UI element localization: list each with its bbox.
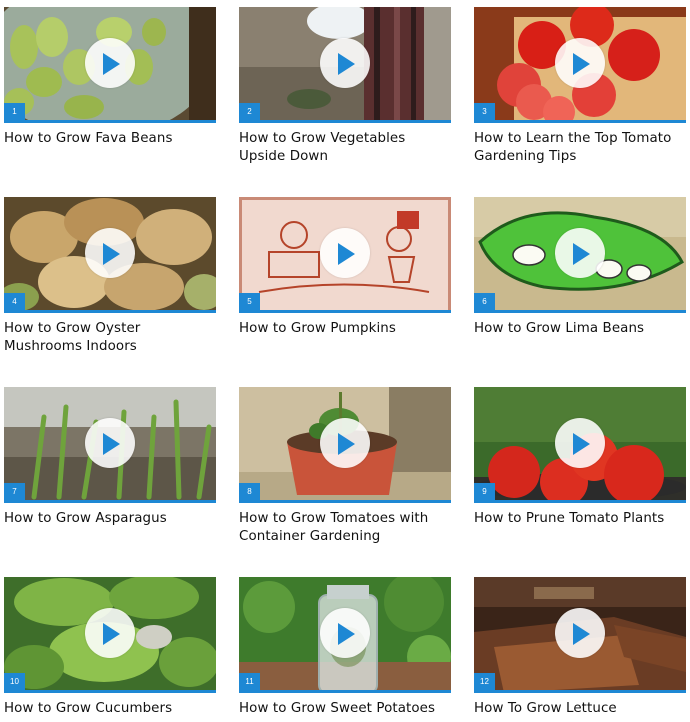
video-title[interactable]: How to Grow Vegetables Upside Down xyxy=(239,130,451,166)
video-thumbnail[interactable]: 1 xyxy=(4,7,216,123)
video-number-badge: 1 xyxy=(4,103,25,120)
video-card-tomato-tips[interactable]: 3 How to Learn the Top Tomato Gardening … xyxy=(474,7,686,166)
thumbnail-underline xyxy=(239,690,451,693)
thumbnail-underline xyxy=(474,310,686,313)
play-icon xyxy=(338,623,355,645)
video-thumbnail[interactable]: 12 xyxy=(474,577,686,693)
video-number-badge: 5 xyxy=(239,293,260,310)
video-title[interactable]: How to Grow Lima Beans xyxy=(474,320,686,338)
play-button[interactable] xyxy=(320,608,370,658)
video-card-prune-tomatoes[interactable]: 9 How to Prune Tomato Plants xyxy=(474,387,686,528)
thumbnail-underline xyxy=(474,500,686,503)
video-thumbnail[interactable]: 6 xyxy=(474,197,686,313)
play-icon xyxy=(338,433,355,455)
play-icon xyxy=(573,433,590,455)
play-button[interactable] xyxy=(555,418,605,468)
video-title[interactable]: How to Prune Tomato Plants xyxy=(474,510,686,528)
play-icon xyxy=(573,623,590,645)
video-card-lettuce[interactable]: 12 How To Grow Lettuce xyxy=(474,577,686,718)
play-button[interactable] xyxy=(85,228,135,278)
video-thumbnail[interactable]: 4 xyxy=(4,197,216,313)
thumbnail-underline xyxy=(4,120,216,123)
video-title[interactable]: How to Grow Oyster Mushrooms Indoors xyxy=(4,320,216,356)
play-icon xyxy=(573,243,590,265)
video-thumbnail[interactable]: 7 xyxy=(4,387,216,503)
thumbnail-underline xyxy=(474,120,686,123)
video-number-badge: 4 xyxy=(4,293,25,310)
play-icon xyxy=(338,243,355,265)
thumbnail-underline xyxy=(4,690,216,693)
play-button[interactable] xyxy=(320,228,370,278)
thumbnail-underline xyxy=(239,120,451,123)
video-number-badge: 12 xyxy=(474,673,495,690)
thumbnail-underline xyxy=(4,500,216,503)
video-title[interactable]: How to Grow Tomatoes with Container Gard… xyxy=(239,510,451,546)
video-card-container-tomatoes[interactable]: 8 How to Grow Tomatoes with Container Ga… xyxy=(239,387,451,546)
video-title[interactable]: How to Learn the Top Tomato Gardening Ti… xyxy=(474,130,686,166)
play-icon xyxy=(338,53,355,75)
video-card-fava-beans[interactable]: 1 How to Grow Fava Beans xyxy=(4,7,216,148)
video-number-badge: 11 xyxy=(239,673,260,690)
video-card-lima-beans[interactable]: 6 How to Grow Lima Beans xyxy=(474,197,686,338)
play-button[interactable] xyxy=(320,418,370,468)
video-thumbnail[interactable]: 3 xyxy=(474,7,686,123)
video-title[interactable]: How to Grow Fava Beans xyxy=(4,130,216,148)
video-thumbnail[interactable]: 9 xyxy=(474,387,686,503)
video-thumbnail[interactable]: 2 xyxy=(239,7,451,123)
video-number-badge: 8 xyxy=(239,483,260,500)
play-button[interactable] xyxy=(555,228,605,278)
play-button[interactable] xyxy=(85,608,135,658)
video-title[interactable]: How to Grow Asparagus xyxy=(4,510,216,528)
video-thumbnail[interactable]: 5 xyxy=(239,197,451,313)
video-thumbnail[interactable]: 11 xyxy=(239,577,451,693)
play-button[interactable] xyxy=(555,608,605,658)
video-title[interactable]: How To Grow Lettuce xyxy=(474,700,686,718)
video-card-vegetables-upside-down[interactable]: 2 How to Grow Vegetables Upside Down xyxy=(239,7,451,166)
video-number-badge: 6 xyxy=(474,293,495,310)
play-button[interactable] xyxy=(85,418,135,468)
play-icon xyxy=(103,53,120,75)
video-title[interactable]: How to Grow Pumpkins xyxy=(239,320,451,338)
play-icon xyxy=(573,53,590,75)
play-button[interactable] xyxy=(320,38,370,88)
thumbnail-underline xyxy=(4,310,216,313)
play-button[interactable] xyxy=(555,38,605,88)
play-icon xyxy=(103,243,120,265)
video-card-sweet-potatoes[interactable]: 11 How to Grow Sweet Potatoes xyxy=(239,577,451,718)
video-number-badge: 2 xyxy=(239,103,260,120)
play-icon xyxy=(103,623,120,645)
video-title[interactable]: How to Grow Cucumbers xyxy=(4,700,216,718)
video-number-badge: 10 xyxy=(4,673,25,690)
play-icon xyxy=(103,433,120,455)
video-title[interactable]: How to Grow Sweet Potatoes xyxy=(239,700,451,718)
thumbnail-underline xyxy=(239,310,451,313)
video-thumbnail[interactable]: 10 xyxy=(4,577,216,693)
video-thumbnail[interactable]: 8 xyxy=(239,387,451,503)
play-button[interactable] xyxy=(85,38,135,88)
video-number-badge: 9 xyxy=(474,483,495,500)
thumbnail-underline xyxy=(474,690,686,693)
video-card-asparagus[interactable]: 7 How to Grow Asparagus xyxy=(4,387,216,528)
video-card-oyster-mushrooms[interactable]: 4 How to Grow Oyster Mushrooms Indoors xyxy=(4,197,216,356)
video-card-pumpkins[interactable]: 5 How to Grow Pumpkins xyxy=(239,197,451,338)
thumbnail-underline xyxy=(239,500,451,503)
video-number-badge: 3 xyxy=(474,103,495,120)
video-number-badge: 7 xyxy=(4,483,25,500)
video-card-cucumbers[interactable]: 10 How to Grow Cucumbers xyxy=(4,577,216,718)
